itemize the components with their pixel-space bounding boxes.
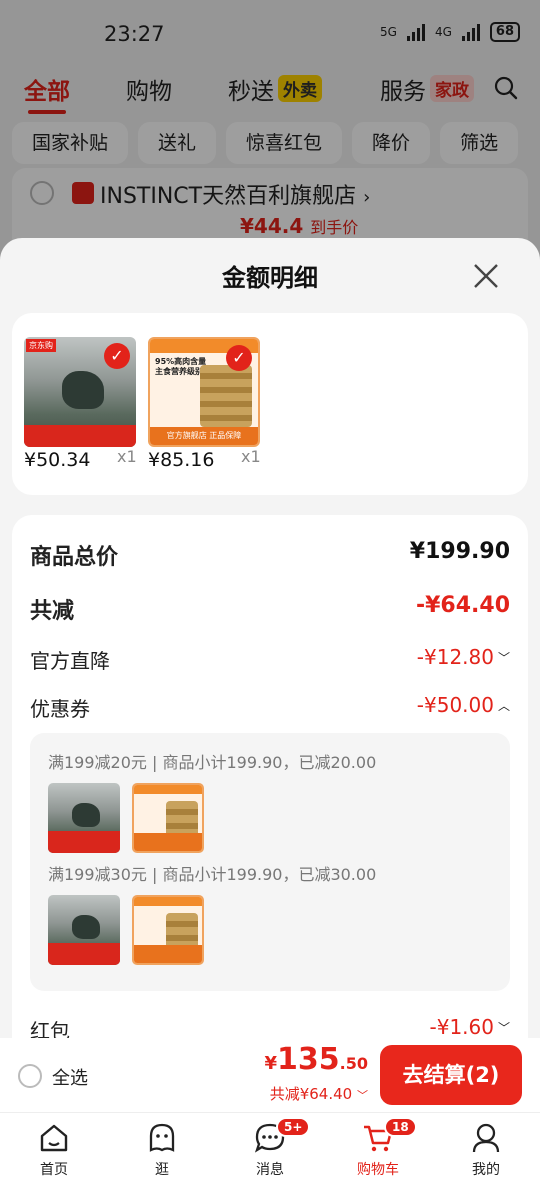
selected-check-icon: ✓ bbox=[104, 343, 130, 369]
coupon-line: 满199减20元 | 商品小计199.90，已减20.00 bbox=[48, 753, 377, 772]
bottom-nav: 首页 逛 5+ 消息 18 购物车 我的 bbox=[0, 1112, 540, 1188]
coupon-detail-box: 满199减20元 | 商品小计199.90，已减20.00 满199减30元 |… bbox=[30, 733, 510, 991]
coupon-line: 满199减30元 | 商品小计199.90，已减30.00 bbox=[48, 865, 377, 884]
product-price: ¥85.16 bbox=[148, 449, 215, 471]
chevron-up-icon: ︿ bbox=[497, 699, 510, 713]
nav-browse[interactable]: 逛 bbox=[122, 1121, 202, 1179]
coupon-product-cans bbox=[132, 895, 204, 965]
select-all-label[interactable]: 全选 bbox=[52, 1064, 88, 1090]
coupon-product-cans bbox=[132, 783, 204, 853]
home-icon bbox=[40, 1124, 68, 1152]
jd-tag: 京东购 bbox=[26, 339, 56, 352]
checkout-bar: 全选 ¥135.50 共减¥64.40 ﹀ 去结算(2) bbox=[0, 1038, 540, 1112]
product-price: ¥50.34 bbox=[24, 449, 91, 471]
chevron-down-icon: ﹀ bbox=[357, 1089, 368, 1102]
product-footer: 官方旗舰店 正品保障 bbox=[150, 427, 258, 445]
nav-home[interactable]: 首页 bbox=[14, 1121, 94, 1179]
select-all-radio[interactable] bbox=[18, 1064, 42, 1088]
message-badge: 5+ bbox=[276, 1117, 311, 1137]
product-image-aquarium: 京东购 ✓ bbox=[24, 337, 136, 447]
sheet-title: 金额明细 bbox=[222, 264, 318, 292]
coupon-product-aquarium bbox=[48, 783, 120, 853]
product-qty: x1 bbox=[117, 447, 137, 466]
product-item[interactable]: 京东购 ✓ ¥50.34 x1 bbox=[24, 337, 137, 471]
cart-badge: 18 bbox=[384, 1117, 417, 1137]
close-icon[interactable] bbox=[472, 262, 500, 290]
selected-check-icon: ✓ bbox=[226, 345, 252, 371]
nav-cart[interactable]: 18 购物车 bbox=[338, 1117, 418, 1179]
chevron-down-icon: ﹀ bbox=[497, 651, 510, 665]
product-thumbnails-card: 京东购 ✓ ¥50.34 x1 95%高肉含量 主食营养级别 官方旗舰店 正品保… bbox=[12, 313, 528, 495]
product-qty: x1 bbox=[241, 447, 261, 466]
coupon-product-aquarium bbox=[48, 895, 120, 965]
nav-messages[interactable]: 5+ 消息 bbox=[230, 1117, 311, 1179]
product-image-cans: 95%高肉含量 主食营养级别 官方旗舰店 正品保障 ✓ bbox=[148, 337, 260, 447]
ghost-icon bbox=[149, 1123, 175, 1152]
chevron-down-icon: ﹀ bbox=[497, 1021, 510, 1035]
nav-profile[interactable]: 我的 bbox=[446, 1121, 526, 1179]
product-item[interactable]: 95%高肉含量 主食营养级别 官方旗舰店 正品保障 ✓ ¥85.16 x1 bbox=[148, 337, 261, 471]
checkout-total: ¥135.50 bbox=[264, 1042, 369, 1077]
checkout-saved[interactable]: 共减¥64.40 ﹀ bbox=[270, 1083, 368, 1104]
profile-icon bbox=[472, 1123, 500, 1153]
checkout-button[interactable]: 去结算(2) bbox=[380, 1045, 522, 1105]
